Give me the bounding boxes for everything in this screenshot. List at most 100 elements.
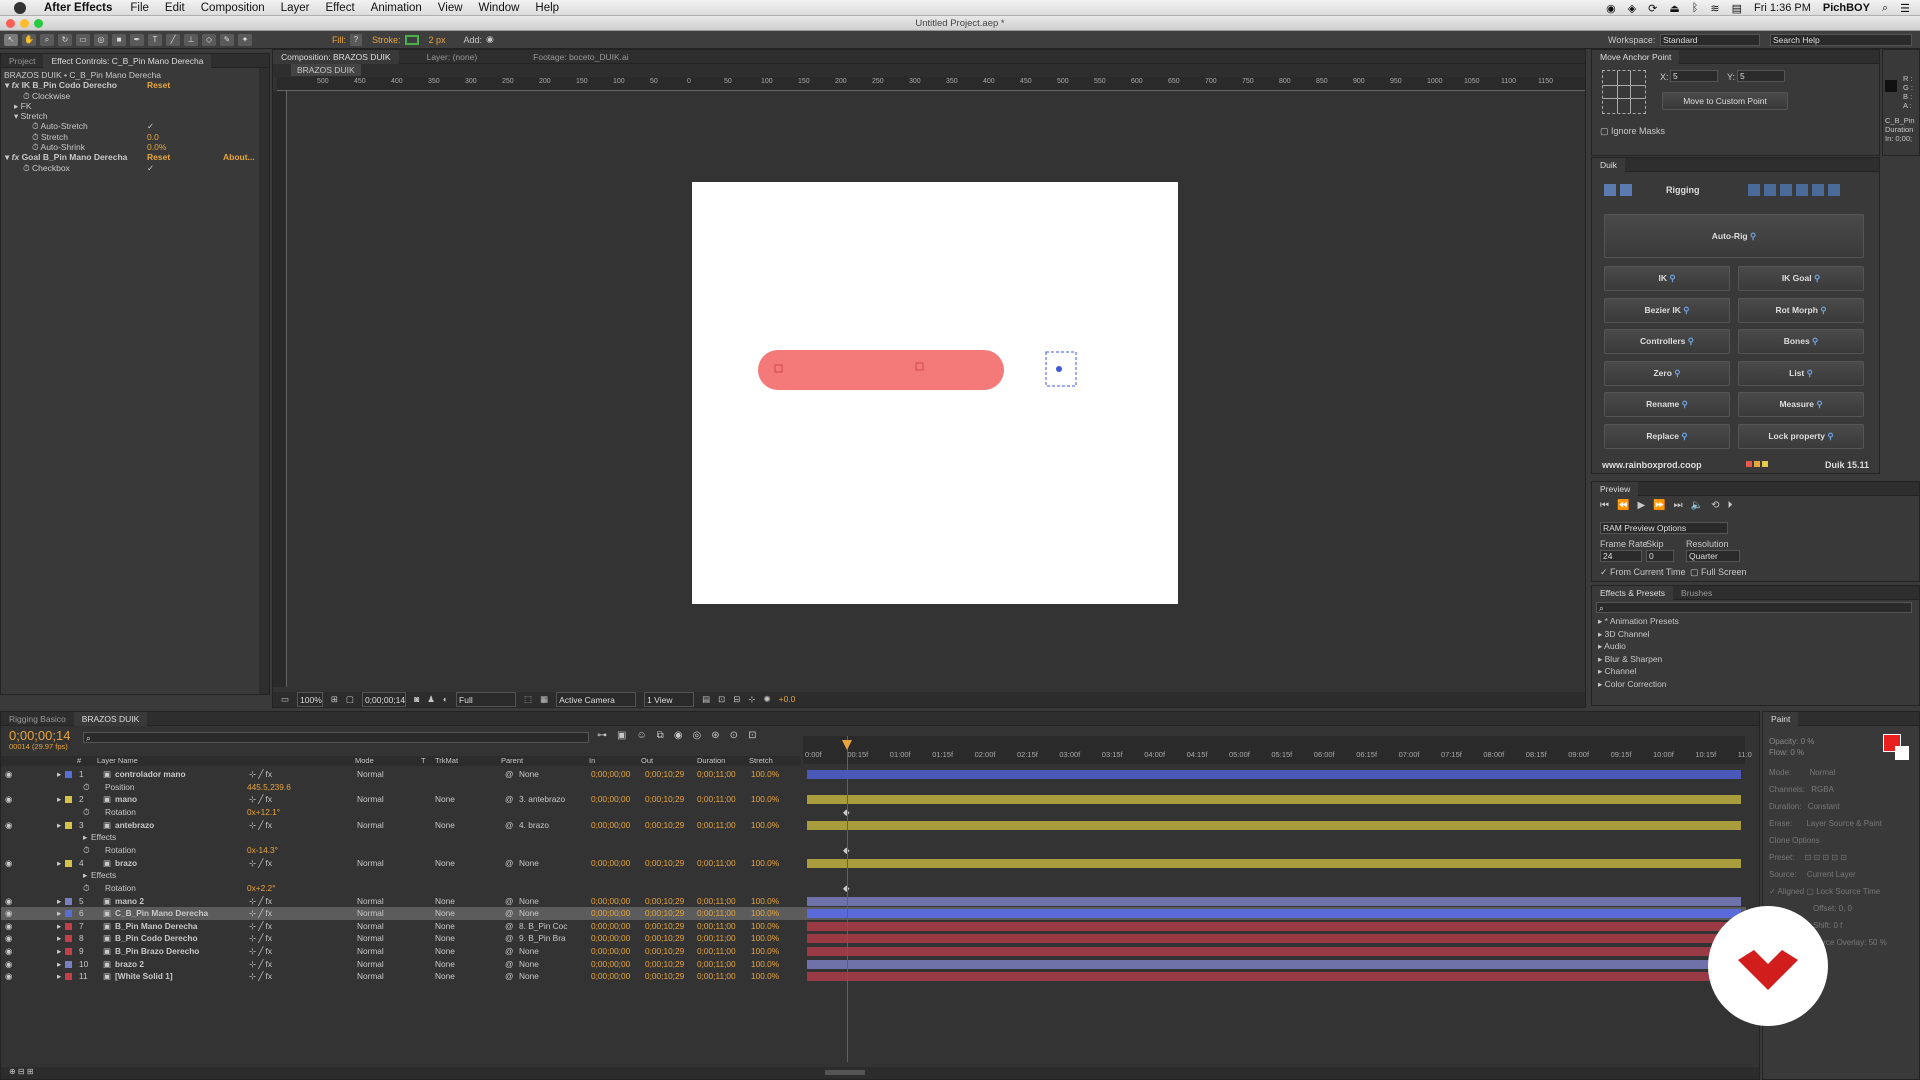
roi-icon[interactable]: ⬚	[524, 692, 532, 707]
paint-erase-select[interactable]: Layer Source & Paint	[1806, 819, 1882, 828]
playhead-line[interactable]	[847, 736, 848, 1062]
parent-pickwhip-icon[interactable]: @	[505, 958, 513, 971]
duik-camera-icon[interactable]	[1796, 184, 1808, 196]
layer-out[interactable]: 0;00;10;29	[645, 920, 684, 933]
layer-duration-bar[interactable]	[807, 820, 1741, 830]
layer-in[interactable]: 0;00;00;00	[591, 857, 630, 870]
effect-control-value[interactable]: 0.0%	[147, 142, 166, 152]
property-value[interactable]: 0x+12.1°	[247, 806, 280, 819]
effects-category-item[interactable]: ▸ 3D Channel	[1598, 628, 1919, 641]
effect-control-value[interactable]: 0.0	[147, 132, 159, 142]
shy-icon[interactable]: ☺	[636, 730, 646, 741]
flowchart-icon[interactable]: ⊹	[748, 692, 755, 707]
selection-tool-icon[interactable]: ↖	[4, 33, 18, 46]
layer-name[interactable]: mano	[115, 793, 137, 806]
comp-canvas[interactable]	[692, 182, 1178, 604]
duik-button-ik[interactable]: IK ⚲	[1604, 266, 1730, 291]
expand-arrow-icon[interactable]: ▸	[83, 831, 87, 844]
visibility-eye-icon[interactable]: ◉	[5, 970, 12, 983]
vertical-ruler[interactable]	[273, 91, 287, 687]
duik-button-list[interactable]: List ⚲	[1738, 360, 1864, 386]
layer-mode[interactable]: Normal	[357, 907, 384, 920]
expand-arrow-icon[interactable]: ▸	[57, 970, 61, 983]
layer-out[interactable]: 0;00;10;29	[645, 793, 684, 806]
duik-button-rot-morph[interactable]: Rot Morph ⚲	[1738, 297, 1864, 323]
layer-name[interactable]: [White Solid 1]	[115, 970, 173, 983]
layer-parent[interactable]: None	[519, 768, 539, 781]
layer-switches[interactable]: ⊹ ╱ fx	[249, 857, 272, 870]
parent-pickwhip-icon[interactable]: @	[505, 793, 513, 806]
layer-parent[interactable]: None	[519, 970, 539, 983]
effect-control-row[interactable]: ▾ fx Goal B_Pin Mano Derecha Reset About..…	[1, 152, 269, 162]
layer-mode[interactable]: Normal	[357, 857, 384, 870]
timeline-layer-row[interactable]: ◉ ▸ 7 B_Pin Mano Derecha Normal None 8. B_Pin …	[1, 920, 1746, 933]
visibility-eye-icon[interactable]: ◉	[5, 895, 12, 908]
timeline-property-row[interactable]: ⏱Rotation0x+12.1°◆	[1, 806, 901, 819]
expand-arrow-icon[interactable]: ▸	[57, 907, 61, 920]
layer-out[interactable]: 0;00;10;29	[645, 945, 684, 958]
layer-in[interactable]: 0;00;00;00	[591, 970, 630, 983]
parent-pickwhip-icon[interactable]: @	[505, 920, 513, 933]
layer-parent[interactable]: None	[519, 907, 539, 920]
rectangle-tool-icon[interactable]: ■	[112, 33, 126, 46]
expand-arrow-icon[interactable]: ▸	[57, 932, 61, 945]
layer-in[interactable]: 0;00;00;00	[591, 793, 630, 806]
duik-animation-icon[interactable]	[1780, 184, 1792, 196]
menu-user[interactable]: PichBOY	[1823, 2, 1870, 14]
tab-footage[interactable]: Footage: boceto_DUIK.ai	[525, 50, 636, 64]
layer-dur[interactable]: 0;00;11;00	[697, 945, 736, 958]
layer-out[interactable]: 0;00;10;29	[645, 819, 684, 832]
paint-mode-select[interactable]: Normal	[1809, 768, 1835, 777]
layer-dur[interactable]: 0;00;11;00	[697, 932, 736, 945]
layer-duration-bar[interactable]	[807, 896, 1741, 906]
menu-help[interactable]: Help	[535, 2, 559, 14]
stopwatch-icon[interactable]: ⏱	[23, 163, 32, 173]
clone-presets-icons[interactable]: ⊡ ⊡ ⊡ ⊡ ⊡	[1805, 853, 1847, 862]
expand-arrow-icon[interactable]: ▸	[57, 768, 61, 781]
layer-name[interactable]: B_Pin Mano Derecha	[115, 920, 198, 933]
clone-aligned-checkbox[interactable]: Aligned	[1777, 887, 1804, 896]
timeline-property-row[interactable]: ▸ Effects	[1, 831, 806, 844]
expand-arrow-icon[interactable]: ▸	[57, 945, 61, 958]
tab-duik[interactable]: Duik	[1592, 157, 1626, 172]
expand-arrow-icon[interactable]: ▸	[1598, 629, 1605, 639]
expand-arrow-icon[interactable]: ▸	[57, 857, 61, 870]
duik-button-replace[interactable]: Replace ⚲	[1604, 423, 1730, 449]
layer-str[interactable]: 100.0%	[751, 945, 779, 958]
layer-name[interactable]: mano 2	[115, 895, 144, 908]
layer-out[interactable]: 0;00;10;29	[645, 932, 684, 945]
layer-out[interactable]: 0;00;10;29	[645, 958, 684, 971]
stroke-width[interactable]: 2 px	[429, 35, 446, 45]
visibility-eye-icon[interactable]: ◉	[5, 768, 12, 781]
stopwatch-icon[interactable]: ⏱	[32, 132, 41, 142]
layer-dur[interactable]: 0;00;11;00	[697, 857, 736, 870]
roto-tool-icon[interactable]: ✎	[220, 33, 234, 46]
timeline-timecode[interactable]: 0;00;00;14	[9, 728, 70, 743]
lock-source-time-checkbox[interactable]: Lock Source Time	[1816, 887, 1880, 896]
effect-control-row[interactable]: ⏱ Stretch 0.0	[1, 132, 269, 142]
layer-duration-bar[interactable]	[807, 934, 1741, 944]
zoom-select[interactable]: 100%	[297, 692, 323, 707]
exposure-icon[interactable]: ✺	[764, 692, 771, 707]
fill-swatch[interactable]: ?	[350, 33, 362, 46]
layer-parent[interactable]: 4. brazo	[519, 819, 549, 832]
layer-str[interactable]: 100.0%	[751, 895, 779, 908]
play-icon[interactable]: ▶	[1637, 500, 1645, 511]
rotate-tool-icon[interactable]: ↻	[58, 33, 72, 46]
sync-icon[interactable]: ⟳	[1648, 2, 1657, 15]
layer-dur[interactable]: 0;00;11;00	[697, 970, 736, 983]
property-value[interactable]: 0x+2.2°	[247, 882, 275, 895]
effect-control-value[interactable]: Reset	[147, 152, 170, 162]
stopwatch-icon[interactable]: ⏱	[83, 844, 89, 857]
layer-name[interactable]: controlador mano	[115, 768, 186, 781]
tab-preview[interactable]: Preview	[1592, 481, 1639, 496]
layer-name[interactable]: brazo 2	[115, 958, 144, 971]
expand-arrow-icon[interactable]: ▾	[5, 80, 12, 90]
bluetooth-icon[interactable]: ᛒ	[1692, 2, 1699, 14]
parent-pickwhip-icon[interactable]: @	[505, 819, 513, 832]
stopwatch-icon[interactable]: ⏱	[83, 806, 89, 819]
layer-parent[interactable]: 3. antebrazo	[519, 793, 565, 806]
zoom-window-button[interactable]	[34, 19, 43, 28]
notifications-icon[interactable]: ☰	[1900, 2, 1910, 15]
layer-out[interactable]: 0;00;10;29	[645, 970, 684, 983]
